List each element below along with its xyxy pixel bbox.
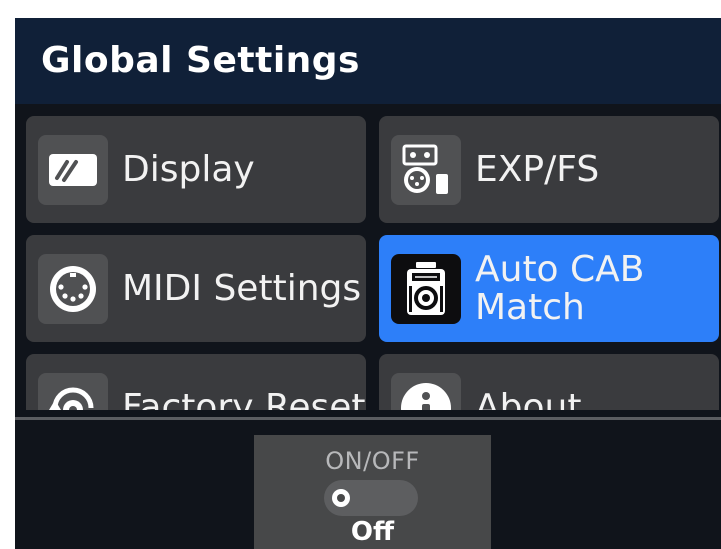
settings-grid[interactable]: Display EXP/FS MIDI Settings Auto CAB Ma… [15, 104, 721, 410]
factory-reset-icon [38, 373, 108, 410]
header-bar: Global Settings [15, 18, 721, 104]
tile-label: About [475, 386, 582, 410]
tile-label: MIDI Settings [122, 267, 362, 309]
page-title: Global Settings [41, 40, 360, 81]
tile-exp-fs[interactable]: EXP/FS [379, 116, 719, 223]
cab-speaker-icon [391, 254, 461, 324]
tile-display[interactable]: Display [26, 116, 366, 223]
tile-about[interactable]: About [379, 354, 719, 410]
tile-auto-cab-match[interactable]: Auto CAB Match [379, 235, 719, 342]
tile-label: Display [122, 148, 255, 190]
divider [15, 417, 721, 420]
display-icon [38, 135, 108, 205]
tile-label: EXP/FS [475, 148, 600, 190]
midi-icon [38, 254, 108, 324]
tile-label: Factory Reset [122, 386, 366, 410]
on-off-toggle[interactable] [324, 480, 418, 516]
on-off-control[interactable]: ON/OFF Off [254, 435, 491, 549]
exp-fs-icon [391, 135, 461, 205]
tile-factory-reset[interactable]: Factory Reset [26, 354, 366, 410]
toggle-knob[interactable] [332, 489, 350, 507]
toggle-state-text: Off [350, 517, 395, 547]
info-icon [391, 373, 461, 410]
screen: Global Settings Display EXP/FS MIDI Sett… [15, 18, 721, 549]
tile-midi-settings[interactable]: MIDI Settings [26, 235, 366, 342]
on-off-label: ON/OFF [325, 447, 420, 475]
tile-label: Auto CAB Match [475, 248, 645, 328]
